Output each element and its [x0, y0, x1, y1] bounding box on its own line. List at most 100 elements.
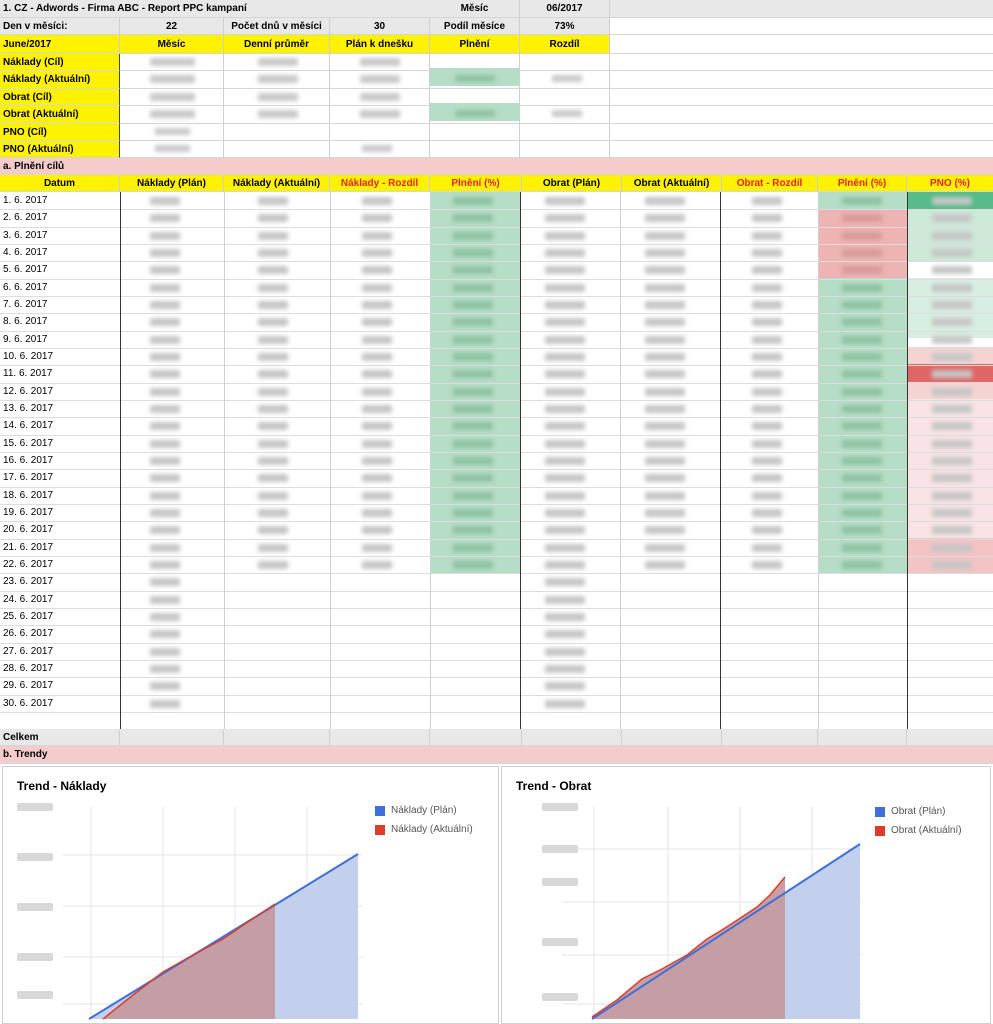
summary-row-label[interactable]: Obrat (Aktuální)	[0, 106, 120, 124]
share-label[interactable]: Podíl měsíce	[430, 18, 520, 35]
section-b-title[interactable]: b. Trendy	[0, 746, 993, 764]
date-cell[interactable]: 16. 6. 2017	[3, 452, 53, 469]
summary-cell[interactable]	[520, 124, 610, 141]
summary-row-label[interactable]: Náklady (Cíl)	[0, 54, 120, 71]
total-label[interactable]: Celkem	[0, 729, 120, 746]
blurred-axis-tick	[542, 845, 578, 853]
col-pno[interactable]: PNO (%)	[907, 175, 993, 192]
date-cell[interactable]: 12. 6. 2017	[3, 383, 53, 400]
date-cell[interactable]: 5. 6. 2017	[3, 261, 47, 278]
summary-col-fulfilment[interactable]: Plnění	[430, 35, 520, 54]
date-cell[interactable]: 19. 6. 2017	[3, 504, 53, 521]
blurred-value	[150, 647, 180, 656]
summary-cell[interactable]	[430, 124, 520, 141]
date-cell[interactable]: 10. 6. 2017	[3, 348, 53, 365]
date-cell[interactable]: 22. 6. 2017	[3, 556, 53, 573]
total-cell[interactable]	[907, 729, 993, 746]
date-cell[interactable]: 27. 6. 2017	[3, 643, 53, 660]
blurred-value	[362, 491, 392, 500]
total-cell[interactable]	[120, 729, 224, 746]
date-cell[interactable]: 29. 6. 2017	[3, 677, 53, 694]
blurred-value	[258, 75, 298, 83]
date-cell[interactable]: 23. 6. 2017	[3, 573, 53, 590]
date-cell[interactable]: 13. 6. 2017	[3, 400, 53, 417]
col-costs-diff[interactable]: Náklady - Rozdíl	[330, 175, 430, 192]
col-costs-plan[interactable]: Náklady (Plán)	[120, 175, 224, 192]
date-cell[interactable]: 4. 6. 2017	[3, 244, 47, 261]
date-cell[interactable]: 26. 6. 2017	[3, 625, 53, 642]
date-cell[interactable]: 3. 6. 2017	[3, 227, 47, 244]
date-cell[interactable]: 11. 6. 2017	[3, 365, 52, 382]
summary-col-daily-avg[interactable]: Denní průměr	[224, 35, 330, 54]
blurred-axis-tick	[17, 953, 53, 961]
summary-cell[interactable]	[520, 54, 610, 71]
chart-trend-costs[interactable]: Trend - Náklady Náklady (Plán) Náklady (…	[2, 766, 499, 1024]
col-revenue-actual[interactable]: Obrat (Aktuální)	[622, 175, 722, 192]
blurred-value	[453, 439, 493, 448]
summary-row-label[interactable]: PNO (Cíl)	[0, 124, 120, 141]
blurred-value	[645, 300, 685, 309]
total-cell[interactable]	[522, 729, 622, 746]
summary-row-label[interactable]: Náklady (Aktuální)	[0, 71, 120, 89]
summary-cell[interactable]	[520, 89, 610, 106]
summary-col-month[interactable]: Měsíc	[120, 35, 224, 54]
date-cell[interactable]: 14. 6. 2017	[3, 417, 53, 434]
summary-cell[interactable]	[224, 124, 330, 141]
date-cell[interactable]: 21. 6. 2017	[3, 539, 53, 556]
summary-cell[interactable]	[224, 141, 330, 158]
legend-item-plan[interactable]: Obrat (Plán)	[875, 806, 945, 817]
summary-row-label[interactable]: PNO (Aktuální)	[0, 141, 120, 158]
days-value[interactable]: 22	[120, 18, 224, 35]
col-revenue-fulfilment[interactable]: Plnění (%)	[818, 175, 907, 192]
date-cell[interactable]: 30. 6. 2017	[3, 695, 53, 712]
total-cell[interactable]	[430, 729, 522, 746]
total-cell[interactable]	[722, 729, 818, 746]
days-in-month-label[interactable]: Počet dnů v měsíci	[224, 18, 330, 35]
blurred-value	[752, 248, 782, 257]
legend-item-plan[interactable]: Náklady (Plán)	[375, 805, 457, 816]
col-costs-fulfilment[interactable]: Plnění (%)	[430, 175, 522, 192]
total-cell[interactable]	[330, 729, 430, 746]
date-cell[interactable]: 18. 6. 2017	[3, 487, 53, 504]
summary-row-label[interactable]: Obrat (Cíl)	[0, 89, 120, 106]
blurred-value	[258, 422, 288, 431]
section-a-title[interactable]: a. Plnění cílů	[0, 158, 993, 175]
share-value[interactable]: 73%	[520, 18, 610, 35]
date-cell[interactable]: 20. 6. 2017	[3, 521, 53, 538]
summary-period[interactable]: June/2017	[0, 35, 120, 54]
blurred-value	[932, 474, 972, 483]
blurred-value	[752, 439, 782, 448]
total-cell[interactable]	[224, 729, 330, 746]
total-cell[interactable]	[622, 729, 722, 746]
days-label[interactable]: Den v měsíci:	[0, 18, 120, 35]
summary-col-plan-today[interactable]: Plán k dnešku	[330, 35, 430, 54]
date-cell[interactable]: 2. 6. 2017	[3, 209, 47, 226]
summary-cell[interactable]	[520, 141, 610, 158]
date-cell[interactable]: 7. 6. 2017	[3, 296, 47, 313]
report-title[interactable]: 1. CZ - Adwords - Firma ABC - Report PPC…	[0, 0, 430, 18]
legend-item-actual[interactable]: Obrat (Aktuální)	[875, 825, 962, 836]
col-revenue-diff[interactable]: Obrat - Rozdíl	[722, 175, 818, 192]
date-cell[interactable]: 6. 6. 2017	[3, 279, 47, 296]
summary-cell[interactable]	[330, 124, 430, 141]
legend-item-actual[interactable]: Náklady (Aktuální)	[375, 824, 473, 835]
date-cell[interactable]: 1. 6. 2017	[3, 192, 47, 209]
month-label[interactable]: Měsíc	[430, 0, 520, 18]
date-cell[interactable]: 8. 6. 2017	[3, 313, 47, 330]
spreadsheet: 1. CZ - Adwords - Firma ABC - Report PPC…	[0, 0, 993, 1024]
month-value[interactable]: 06/2017	[520, 0, 610, 18]
col-date[interactable]: Datum	[0, 175, 120, 192]
date-cell[interactable]: 24. 6. 2017	[3, 591, 53, 608]
date-cell[interactable]: 15. 6. 2017	[3, 435, 53, 452]
col-costs-actual[interactable]: Náklady (Aktuální)	[224, 175, 330, 192]
summary-cell[interactable]	[430, 141, 520, 158]
date-cell[interactable]: 9. 6. 2017	[3, 331, 47, 348]
date-cell[interactable]: 25. 6. 2017	[3, 608, 53, 625]
date-cell[interactable]: 28. 6. 2017	[3, 660, 53, 677]
summary-col-difference[interactable]: Rozdíl	[520, 35, 610, 54]
col-revenue-plan[interactable]: Obrat (Plán)	[522, 175, 622, 192]
total-cell[interactable]	[818, 729, 907, 746]
chart-trend-revenue[interactable]: Trend - Obrat Obrat (Plán) Obrat (Aktuál…	[501, 766, 991, 1024]
days-in-month-value[interactable]: 30	[330, 18, 430, 35]
date-cell[interactable]: 17. 6. 2017	[3, 469, 53, 486]
